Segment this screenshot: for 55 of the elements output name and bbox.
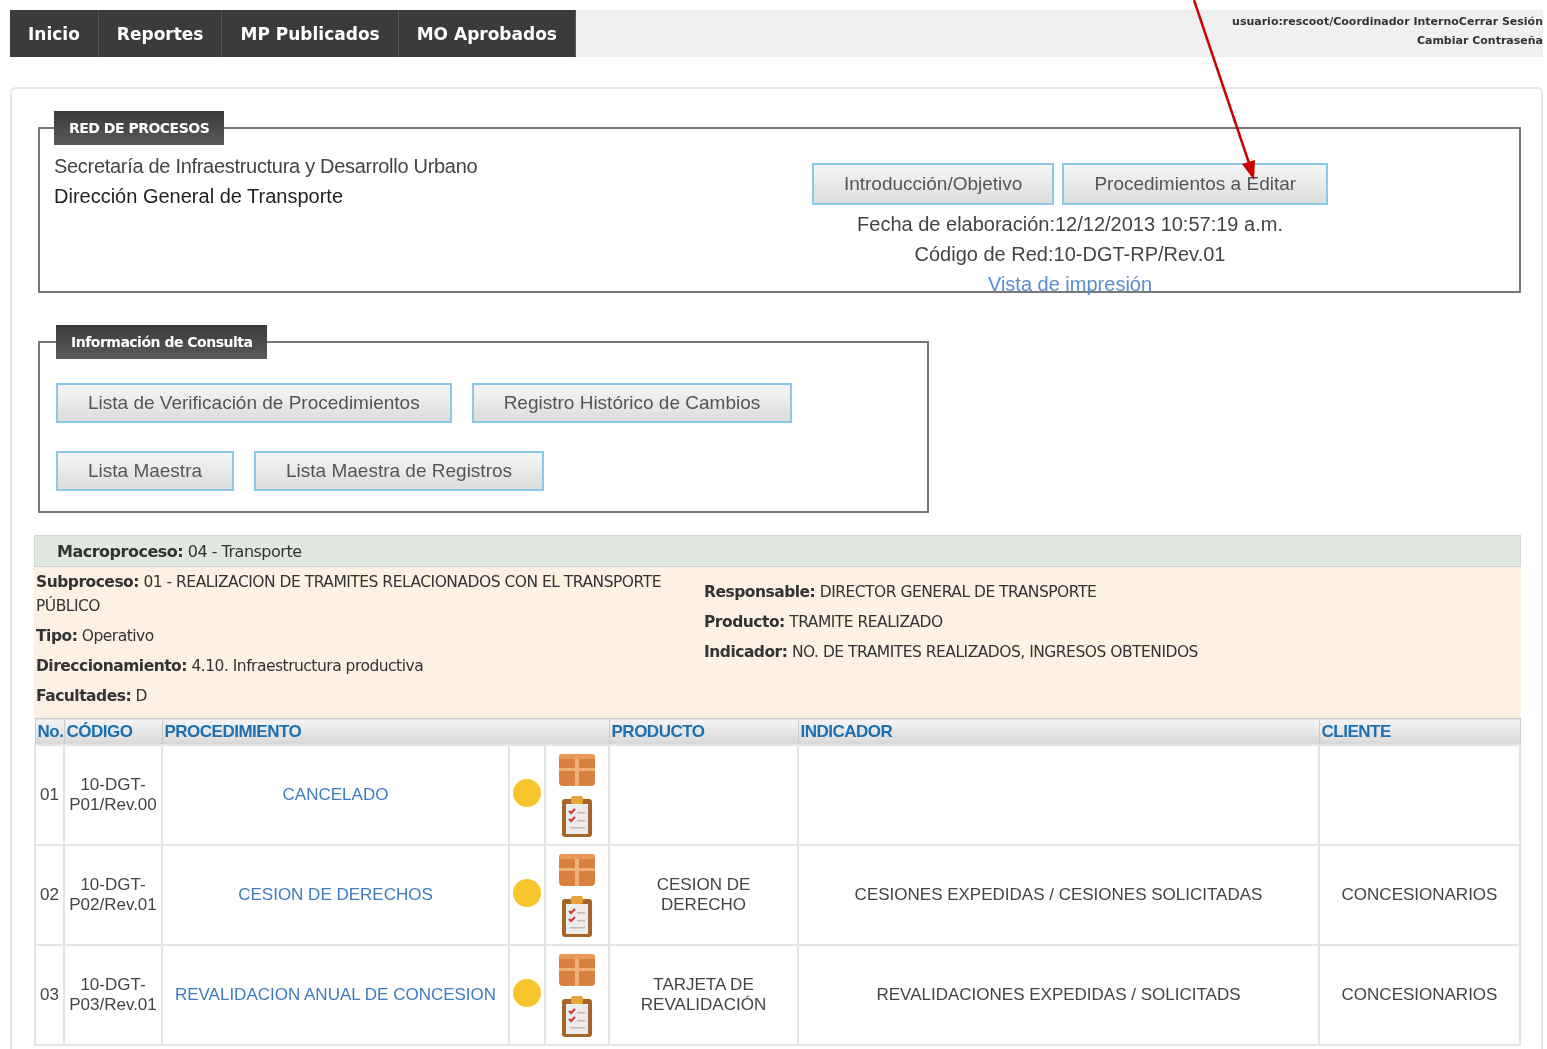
logout-link[interactable]: Cerrar Sesión — [1458, 12, 1543, 31]
user-info: usuario:rescoot/Coordinador Interno — [1232, 14, 1459, 30]
print-view-link[interactable]: Vista de impresión — [987, 269, 1153, 299]
procedure-code: 10-DGT-P03/Rev.01 — [64, 945, 162, 1045]
procedure-link[interactable]: CESION DE DERECHOS — [162, 845, 509, 945]
change-password-link[interactable]: Cambiar Contraseña — [1416, 31, 1543, 50]
nav-button[interactable]: Introducción/Objetivo — [811, 163, 1055, 205]
row-number: 01 — [35, 745, 64, 845]
consult-button[interactable]: Lista Maestra de Registros — [254, 451, 545, 491]
secretariat-name: Secretaría de Infraestructura y Desarrollo Urbano — [54, 154, 479, 179]
consult-button[interactable]: Registro Histórico de Cambios — [471, 383, 793, 423]
indicator-cell: REVALIDACIONES EXPEDIDAS / SOLICITADS — [798, 945, 1319, 1045]
nav-button[interactable]: Procedimientos a Editar — [1062, 163, 1329, 205]
nav-tab[interactable]: MO Aprobados — [398, 10, 576, 57]
crate-icon[interactable] — [558, 952, 596, 988]
nav-tab[interactable]: Reportes — [98, 10, 223, 57]
clipboard-icon[interactable] — [559, 894, 595, 938]
column-header[interactable]: CÓDIGO — [64, 718, 162, 745]
directorate-name: Dirección General de Transporte — [54, 184, 345, 209]
macroprocess-text: Macroproceso: 04 - Transporte — [57, 541, 302, 561]
column-header[interactable]: No. — [35, 718, 64, 745]
consult-button[interactable]: Lista de Verificación de Procedimientos — [56, 383, 452, 423]
procedure-link[interactable]: REVALIDACION ANUAL DE CONCESION — [162, 945, 509, 1045]
detail-text: Responsable: DIRECTOR GENERAL DE TRANSPORTE — [704, 582, 1098, 603]
crate-icon[interactable] — [558, 852, 596, 888]
detail-text: Subproceso: 01 - REALIZACION DE TRAMITES RELACIONADOS CON EL TRANSPORTE PÚBLICO — [36, 572, 662, 617]
panel-legend: Información de Consulta — [56, 325, 268, 359]
client-cell: CONCESIONARIOS — [1319, 845, 1520, 945]
client-cell: CONCESIONARIOS — [1319, 945, 1520, 1045]
clipboard-icon[interactable] — [559, 994, 595, 1038]
procedure-link[interactable]: CANCELADO — [162, 745, 509, 845]
row-number: 03 — [35, 945, 64, 1045]
clipboard-icon[interactable] — [559, 794, 595, 838]
network-code: Código de Red:10-DGT-RP/Rev.01 — [914, 242, 1226, 267]
procedure-code: 10-DGT-P02/Rev.01 — [64, 845, 162, 945]
detail-text: Indicador: NO. DE TRAMITES REALIZADOS, INGRESOS OBTENIDOS — [704, 642, 1199, 663]
column-header[interactable]: INDICADOR — [798, 718, 1319, 745]
consult-button[interactable]: Lista Maestra — [56, 451, 235, 491]
row-number: 02 — [35, 845, 64, 945]
product-cell: CESION DE DERECHO — [609, 845, 798, 945]
detail-text: Producto: TRAMITE REALIZADO — [704, 612, 944, 633]
detail-text: Facultades: D — [36, 686, 148, 707]
nav-tab[interactable]: MP Publicados — [222, 10, 399, 57]
creation-date: Fecha de elaboración:12/12/2013 10:57:19 a.m. — [857, 212, 1283, 237]
detail-text: Direccionamiento: 4.10. Infraestructura productiva — [36, 656, 425, 677]
column-header[interactable]: CLIENTE — [1319, 718, 1520, 745]
crate-icon[interactable] — [558, 752, 596, 788]
nav-tab[interactable]: Inicio — [10, 10, 99, 57]
indicator-cell: CESIONES EXPEDIDAS / CESIONES SOLICITADAS — [798, 845, 1319, 945]
procedure-code: 10-DGT-P01/Rev.00 — [64, 745, 162, 845]
column-header[interactable]: PROCEDIMIENTO — [162, 718, 609, 745]
product-cell: TARJETA DE REVALIDACIÓN — [609, 945, 798, 1045]
panel-legend: RED DE PROCESOS — [54, 111, 225, 145]
detail-text: Tipo: Operativo — [36, 626, 155, 647]
column-header[interactable]: PRODUCTO — [609, 718, 798, 745]
